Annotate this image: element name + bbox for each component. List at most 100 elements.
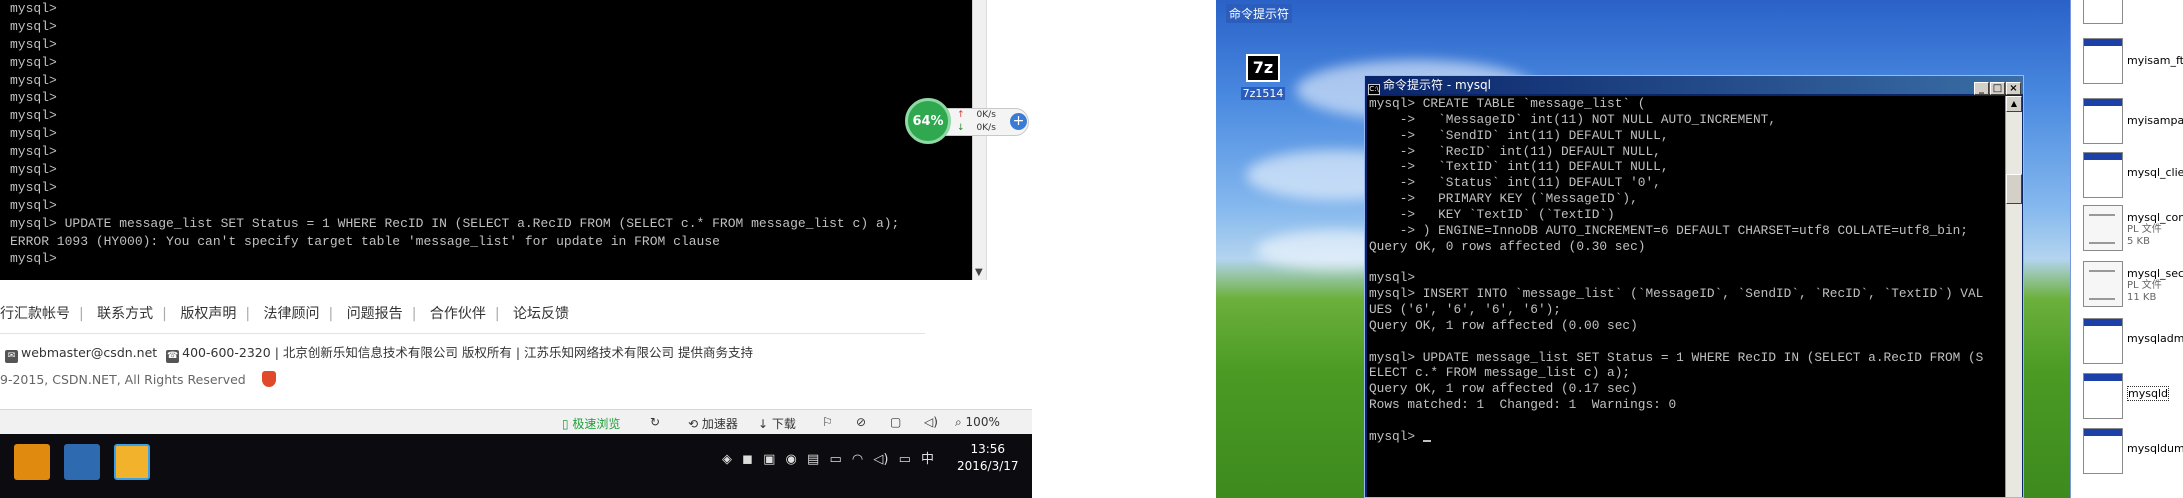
- script-file-icon: [2083, 205, 2123, 251]
- media-app-icon[interactable]: [14, 444, 50, 480]
- cmd-line: mysql>: [1369, 270, 1416, 286]
- mail-icon: ✉: [5, 350, 18, 363]
- cmd-line: Query OK, 0 rows affected (0.30 sec): [1369, 238, 1646, 254]
- tray-app-icon[interactable]: ◈: [722, 452, 732, 467]
- cmd-line: Query OK, 1 row affected (0.17 sec): [1369, 381, 1638, 397]
- cmd-line: -> `RecID` int(11) DEFAULT NULL,: [1369, 143, 1661, 159]
- ime-indicator[interactable]: 中: [921, 452, 934, 467]
- tray-app-icon[interactable]: ▭: [829, 452, 841, 467]
- file-item[interactable]: myisampac: [2077, 98, 2183, 158]
- cmd-line: [1367, 334, 2005, 350]
- console-line: mysql>: [10, 108, 57, 124]
- plus-icon[interactable]: +: [1010, 113, 1027, 130]
- exe-file-icon: [2083, 38, 2123, 84]
- console-line: mysql>: [10, 1, 57, 16]
- copyright-text: 9-2015, CSDN.NET, All Rights Reserved: [0, 372, 246, 387]
- exe-file-icon: [2083, 152, 2123, 198]
- file-item-selected[interactable]: mysqld: [2077, 373, 2183, 433]
- close-button[interactable]: ×: [2006, 82, 2021, 95]
- tray-app-icon[interactable]: ◉: [786, 452, 797, 467]
- scroll-thumb[interactable]: [2006, 174, 2022, 204]
- desktop-icon-7z[interactable]: 7z 7z1514: [1238, 54, 1288, 101]
- footer-link[interactable]: 版权声明: [180, 306, 236, 322]
- cmd-line: ELECT c.* FROM message_list c) a);: [1369, 365, 1631, 381]
- exe-file-icon: [2083, 318, 2123, 364]
- footer-copyright: 9-2015, CSDN.NET, All Rights Reserved: [0, 371, 276, 387]
- cmd-prompt-line: mysql>: [1367, 429, 2005, 445]
- virtualbox-app-icon[interactable]: [114, 444, 150, 480]
- file-item[interactable]: mysql_clie: [2077, 152, 2183, 212]
- file-item[interactable]: mysqladmi: [2077, 318, 2183, 378]
- wifi-icon[interactable]: ◠: [852, 452, 863, 467]
- tray-app-icon[interactable]: ◼: [742, 452, 753, 467]
- accelerator-button[interactable]: ⟲ 加速器: [688, 415, 738, 432]
- 7zip-icon: 7z: [1246, 54, 1280, 82]
- volume-icon[interactable]: ◁): [873, 452, 888, 467]
- file-item[interactable]: myisam_ft: [2077, 38, 2183, 98]
- console-line: mysql>: [10, 54, 57, 70]
- scroll-up-icon[interactable]: ▲: [2006, 96, 2022, 112]
- cmd-line: -> ) ENGINE=InnoDB AUTO_INCREMENT=6 DEFA…: [1369, 222, 1968, 238]
- desktop-icon-label[interactable]: 命令提示符: [1226, 4, 1293, 23]
- clock-time: 13:56: [970, 442, 1006, 456]
- fast-browse-toggle[interactable]: ▯ 极速浏览: [562, 415, 620, 432]
- flag-icon[interactable]: ⚐: [822, 415, 833, 429]
- cmd-window[interactable]: C:\ 命令提示符 - mysql _ □ × mysql> CREATE TABLE…: [1364, 75, 2024, 498]
- footer-link[interactable]: 合作伙伴: [430, 306, 486, 322]
- cmd-scrollbar[interactable]: ▲: [2005, 96, 2022, 497]
- footer-link[interactable]: 联系方式: [97, 306, 153, 322]
- window-icon[interactable]: ▢: [890, 415, 901, 429]
- cmd-title: 命令提示符 - mysql: [1383, 78, 1491, 92]
- file-item[interactable]: mysql_con PL 文件 5 KB: [2077, 205, 2183, 265]
- footer-link[interactable]: 行汇款帐号: [0, 306, 70, 322]
- divider: |: [79, 306, 84, 322]
- divider: |: [274, 345, 283, 360]
- footer-link[interactable]: 问题报告: [347, 306, 403, 322]
- cmd-line: -> `Status` int(11) DEFAULT '0',: [1369, 175, 1661, 191]
- scroll-down-icon[interactable]: ▼: [975, 267, 983, 278]
- left-mysql-console[interactable]: mysql> mysql> mysql> mysql> mysql> mysql…: [0, 0, 972, 280]
- notification-icon[interactable]: ▭: [899, 452, 911, 467]
- minimize-button[interactable]: _: [1974, 82, 1989, 95]
- police-badge-icon[interactable]: [261, 371, 276, 387]
- file-item[interactable]: mysql_sec PL 文件 11 KB: [2077, 261, 2183, 321]
- volume-icon[interactable]: ◁): [924, 415, 938, 429]
- console-line: mysql>: [10, 144, 57, 160]
- system-tray: ◈ ◼ ▣ ◉ ▤ ▭ ◠ ◁) ▭ 中: [722, 448, 940, 467]
- refresh-icon[interactable]: ↻: [650, 415, 660, 429]
- explorer-app-icon[interactable]: [64, 444, 100, 480]
- taskbar-clock[interactable]: 13:56 2016/3/17: [957, 441, 1019, 475]
- phone-icon: ☎: [166, 350, 180, 363]
- file-item[interactable]: echo: [2077, 0, 2183, 38]
- footer-email[interactable]: webmaster@csdn.net: [21, 345, 157, 360]
- zoom-level: 100%: [965, 415, 1000, 429]
- network-speed-widget[interactable]: 64% ↑ 0K/s ↓ 0K/s +: [905, 98, 1030, 144]
- text-cursor: [1422, 439, 1431, 442]
- cmd-console[interactable]: mysql> CREATE TABLE `message_list` ( -> …: [1367, 96, 2005, 497]
- tray-app-icon[interactable]: ▣: [763, 452, 775, 467]
- file-item[interactable]: mysqldum: [2077, 428, 2183, 488]
- console-line: mysql>: [10, 18, 57, 34]
- screen-gap: [1032, 0, 1222, 498]
- cmd-line: mysql> UPDATE message_list SET Status = …: [1369, 349, 1984, 365]
- file-name: mysql_sec: [2127, 267, 2183, 280]
- exe-file-icon: [2083, 428, 2123, 474]
- speed-percent-ring: 64%: [905, 98, 951, 144]
- cmd-titlebar[interactable]: C:\ 命令提示符 - mysql _ □ ×: [1365, 76, 2023, 95]
- cmd-line: Rows matched: 1 Changed: 1 Warnings: 0: [1369, 397, 1677, 413]
- cmd-line: Query OK, 1 row affected (0.00 sec): [1369, 317, 1638, 333]
- file-meta: PL 文件 11 KB: [2127, 280, 2162, 303]
- footer-link[interactable]: 论坛反馈: [513, 306, 569, 322]
- maximize-button[interactable]: □: [1990, 82, 2005, 95]
- link-icon[interactable]: ⊘: [856, 415, 866, 429]
- cmd-line: -> KEY `TextID` (`TextID`): [1369, 206, 1615, 222]
- cmd-line: -> `SendID` int(11) DEFAULT NULL,: [1369, 127, 1669, 143]
- download-button[interactable]: ↓ 下载: [758, 415, 796, 432]
- windows-taskbar: ◈ ◼ ▣ ◉ ▤ ▭ ◠ ◁) ▭ 中 13:56 2016/3/17: [0, 434, 1032, 498]
- file-name: myisampac: [2127, 114, 2183, 127]
- divider: |: [328, 306, 334, 322]
- tray-app-icon[interactable]: ▤: [807, 452, 819, 467]
- console-line: mysql>: [10, 90, 57, 106]
- footer-link[interactable]: 法律顾问: [264, 306, 320, 322]
- zoom-icon[interactable]: ⌕ 100%: [955, 415, 1000, 430]
